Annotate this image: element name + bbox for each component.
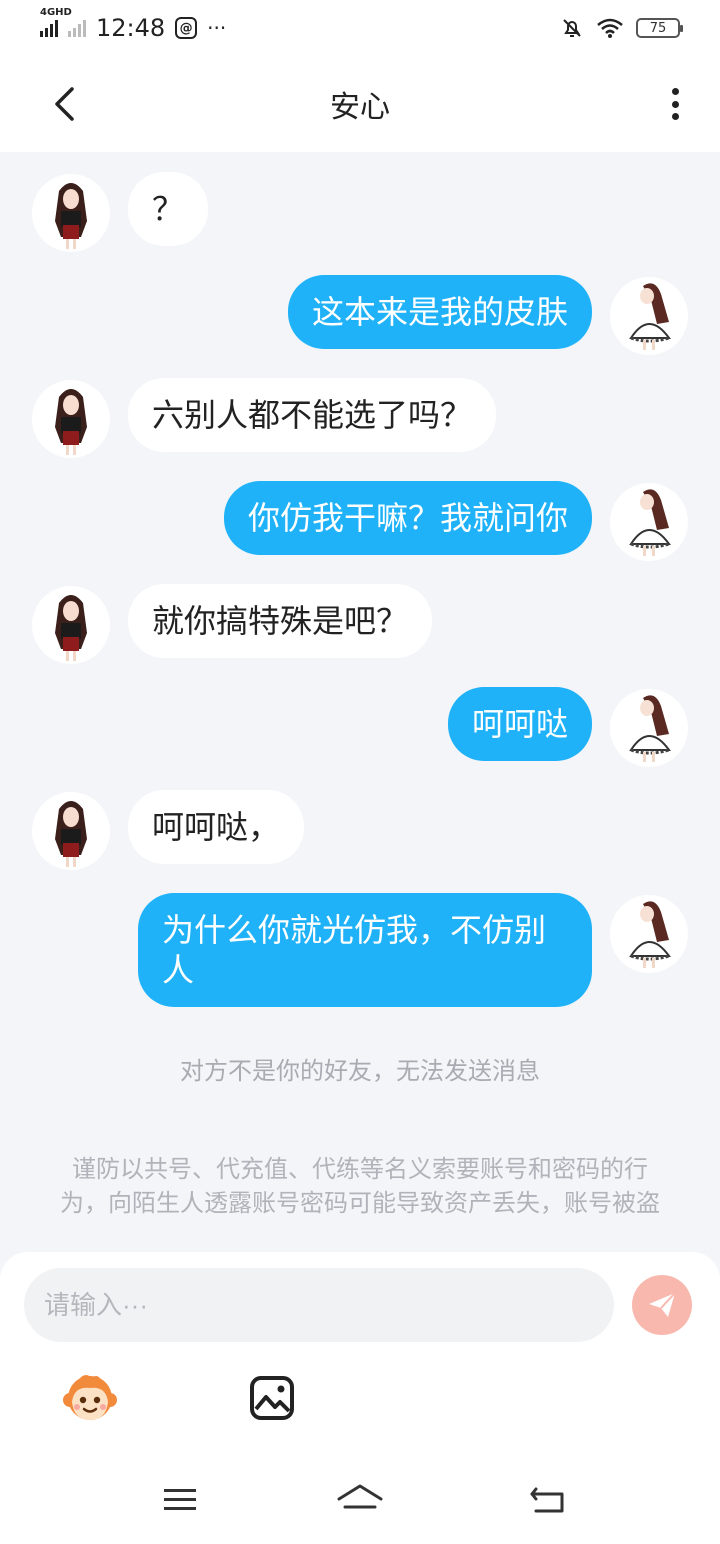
hamburger-icon	[164, 1489, 196, 1510]
message-bubble[interactable]: 你仿我干嘛？我就问你	[223, 481, 592, 555]
message-bubble[interactable]: ？	[128, 172, 209, 246]
status-bar: 4GHD 12:48 @ ··· 75	[0, 0, 720, 56]
contact-avatar-icon	[55, 183, 87, 249]
self-avatar-icon	[629, 695, 671, 762]
back-button[interactable]	[44, 84, 84, 124]
contact-avatar-icon	[55, 801, 87, 867]
signal-icon-secondary	[68, 19, 86, 37]
return-icon	[530, 1487, 564, 1513]
signal-icon: 4GHD	[40, 7, 72, 37]
message-bubble[interactable]: 呵呵哒，	[128, 790, 305, 864]
image-button[interactable]	[244, 1370, 300, 1426]
chevron-left-icon	[55, 87, 74, 121]
avatar-self[interactable]	[610, 895, 688, 973]
self-avatar-icon	[629, 283, 671, 350]
battery-icon: 75	[636, 18, 683, 38]
clock: 12:48	[96, 14, 166, 42]
avatar-self[interactable]	[610, 483, 688, 561]
monkey-face-icon	[63, 1375, 117, 1420]
nav-menu-button[interactable]	[152, 1478, 208, 1522]
message-bubble[interactable]: 六别人都不能选了吗？	[128, 378, 497, 452]
avatar-self[interactable]	[610, 277, 688, 355]
more-options-button[interactable]	[660, 84, 690, 124]
message-list[interactable]: ？ 这本来是我的皮肤 六别人都不能选了吗？ 你仿我干嘛？我就问你 就你搞特殊是吧…	[0, 152, 720, 1252]
network-type: 4GHD	[40, 7, 72, 18]
more-notifications: ···	[207, 16, 227, 40]
self-avatar-icon	[629, 489, 671, 556]
avatar-contact[interactable]	[32, 380, 110, 458]
status-left: 4GHD 12:48 @ ···	[40, 7, 227, 42]
nav-back-button[interactable]	[520, 1478, 576, 1522]
system-notice: 对方不是你的好友，无法发送消息	[180, 1057, 540, 1085]
image-icon	[250, 1376, 294, 1420]
message-bubble[interactable]: 这本来是我的皮肤	[287, 275, 592, 349]
notification-app-icon: @	[175, 17, 198, 39]
avatar-contact[interactable]	[32, 792, 110, 870]
chat-header: 安心	[0, 56, 720, 152]
avatar-contact[interactable]	[32, 586, 110, 664]
home-icon	[337, 1484, 383, 1509]
paper-plane-icon	[649, 1292, 676, 1317]
system-nav-bar	[0, 1454, 720, 1544]
message-input[interactable]	[24, 1268, 614, 1342]
wifi-icon	[597, 18, 623, 38]
status-right: 75	[560, 16, 683, 40]
self-avatar-icon	[629, 901, 671, 968]
message-bubble[interactable]: 为什么你就光仿我，不仿别人	[138, 893, 592, 1007]
emoji-button[interactable]	[62, 1370, 118, 1426]
message-bubble[interactable]: 就你搞特殊是吧？	[128, 584, 433, 658]
nav-home-button[interactable]	[332, 1478, 388, 1522]
send-button[interactable]	[632, 1275, 692, 1335]
mute-bell-icon	[563, 19, 581, 37]
page-title: 安心	[330, 90, 390, 125]
contact-avatar-icon	[55, 389, 87, 455]
vertical-dots-icon	[671, 88, 679, 95]
avatar-self[interactable]	[610, 689, 688, 767]
avatar-contact[interactable]	[32, 174, 110, 252]
safety-warning: 谨防以共号、代充值、代练等名义索要账号和密码的行为，向陌生人透露账号密码可能导致…	[60, 1155, 660, 1217]
battery-level: 75	[649, 20, 667, 36]
message-bubble[interactable]: 呵呵哒	[447, 687, 592, 761]
contact-avatar-icon	[55, 595, 87, 661]
